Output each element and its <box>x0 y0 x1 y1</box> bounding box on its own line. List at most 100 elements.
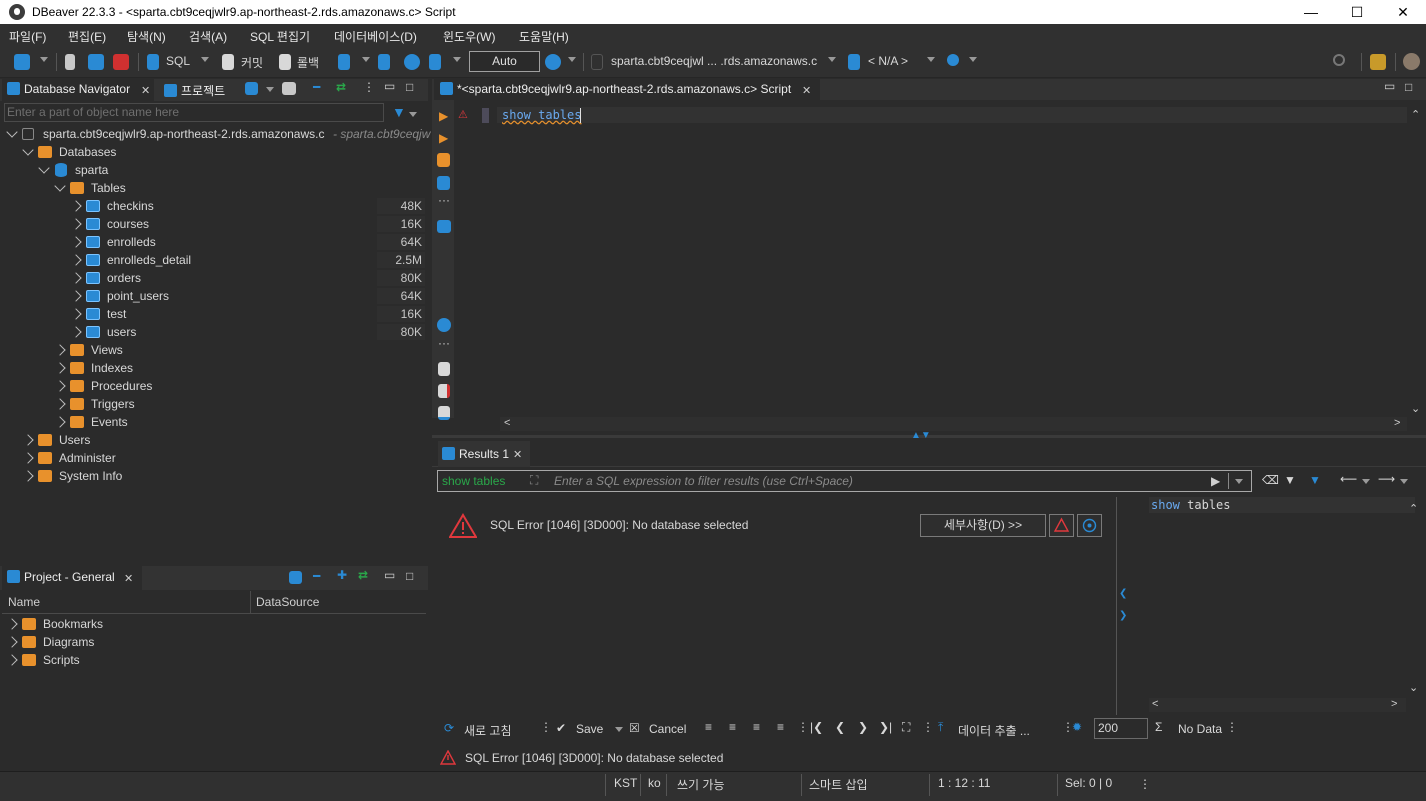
menu-window[interactable]: 윈도우(W) <box>443 28 495 45</box>
collapse-all-icon[interactable]: ━ <box>313 80 320 94</box>
filter-settings-icon[interactable]: ▼ <box>1284 473 1296 487</box>
apply-filter-icon[interactable]: ▶ <box>1211 474 1220 488</box>
first-page-icon[interactable]: |❮ <box>810 720 823 734</box>
new-connection-small-icon[interactable] <box>245 82 258 95</box>
menu-navigate[interactable]: 탐색(N) <box>127 28 166 45</box>
fetch-all-icon[interactable]: ⛶ <box>902 720 910 735</box>
search-dropdown-icon[interactable] <box>969 57 977 62</box>
scroll-left-arrow-icon[interactable]: < <box>504 417 510 429</box>
export-data-button[interactable]: 데이터 추출 ... <box>958 722 1030 739</box>
tab-database-navigator[interactable]: Database Navigator <box>2 79 154 101</box>
more-actions-icon[interactable]: ··· <box>438 193 450 207</box>
scroll-up-arrow-icon[interactable]: ⌃ <box>1409 502 1418 515</box>
menu-search[interactable]: 검색(A) <box>189 28 227 45</box>
add-row-icon[interactable]: ≡ <box>729 720 736 734</box>
filter-history-dropdown-icon[interactable] <box>1235 479 1243 484</box>
explain-plan-icon[interactable] <box>437 176 450 190</box>
refresh-options-icon[interactable]: ⋮ <box>540 720 552 734</box>
connect-icon[interactable] <box>65 54 75 70</box>
datasource-dropdown-icon[interactable] <box>828 57 836 62</box>
configure-icon[interactable] <box>289 571 302 584</box>
view-menu-icon[interactable]: ⋮ <box>363 80 375 94</box>
column-header-name[interactable]: Name <box>8 595 40 609</box>
dashboard-icon[interactable] <box>404 54 420 70</box>
record-count-icon[interactable]: Σ <box>1155 720 1162 734</box>
transaction-dropdown-icon[interactable] <box>362 57 370 62</box>
menu-edit[interactable]: 편집(E) <box>68 28 106 45</box>
scroll-right-arrow-icon[interactable]: > <box>1394 417 1400 429</box>
error-log-button[interactable] <box>1049 514 1074 537</box>
maximize-button[interactable]: ☐ <box>1334 0 1380 24</box>
results-filter-input[interactable]: Enter a SQL expression to filter results… <box>554 474 853 488</box>
filter-dropdown-icon[interactable] <box>409 112 417 117</box>
active-filter-icon[interactable]: ▼ <box>1309 473 1321 487</box>
active-datasource-selector[interactable]: sparta.cbt9ceqjwl ... .rds.amazonaws.c <box>611 54 817 68</box>
execute-in-new-tab-icon[interactable]: ▶ <box>439 131 448 145</box>
history-back-dropdown-icon[interactable] <box>1362 479 1370 484</box>
last-page-icon[interactable]: ❯| <box>879 720 892 734</box>
commit-button[interactable]: 커밋 <box>241 54 263 71</box>
results-side-divider[interactable] <box>1116 497 1117 715</box>
transaction-log-dropdown-icon[interactable] <box>453 57 461 62</box>
transaction-log-icon[interactable] <box>429 54 441 70</box>
minimize-panel-icon[interactable]: ▭ <box>384 568 395 582</box>
commit-icon[interactable] <box>222 54 234 70</box>
new-connection-icon[interactable] <box>14 54 30 70</box>
editor-horizontal-scrollbar[interactable] <box>500 417 1407 431</box>
new-connection-dropdown-icon[interactable] <box>40 57 48 62</box>
minimize-editor-icon[interactable]: ▭ <box>1384 79 1395 93</box>
filter-query-chip[interactable]: show tables <box>442 474 505 488</box>
rollback-icon[interactable] <box>279 54 291 70</box>
transaction-mode-icon[interactable] <box>338 54 350 70</box>
maximize-panel-icon[interactable]: □ <box>406 569 413 583</box>
menu-database[interactable]: 데이터베이스(D) <box>334 28 417 45</box>
next-page-icon[interactable]: ❯ <box>858 720 868 734</box>
sql-editor-icon[interactable] <box>147 54 159 70</box>
menu-sql-editor[interactable]: SQL 편집기 <box>250 28 310 45</box>
sql-editor[interactable] <box>432 100 1426 432</box>
close-window-button[interactable]: ✕ <box>1380 0 1426 24</box>
open-perspective-icon[interactable] <box>1370 54 1386 70</box>
more-actions-icon[interactable]: ··· <box>438 336 450 350</box>
column-divider[interactable] <box>250 591 251 614</box>
history-back-icon[interactable]: ⟵ <box>1340 472 1357 486</box>
transaction-mode-box[interactable]: Auto <box>469 51 540 72</box>
minimize-button[interactable]: — <box>1288 0 1334 24</box>
save-button[interactable]: Save <box>576 722 603 736</box>
terminal-icon[interactable] <box>437 220 451 233</box>
scroll-right-arrow-icon[interactable]: > <box>1391 698 1397 710</box>
navigation-options-icon[interactable]: ⋮ <box>922 720 934 734</box>
search-tool-icon[interactable] <box>947 54 959 66</box>
close-project-tab-icon[interactable]: ✕ <box>124 572 133 585</box>
expand-all-icon[interactable]: ✚ <box>337 568 347 582</box>
menu-file[interactable]: 파일(F) <box>9 28 46 45</box>
export-icon[interactable]: ⤒ <box>938 720 943 735</box>
scroll-left-arrow-icon[interactable]: < <box>1152 698 1158 710</box>
execute-script-icon[interactable] <box>437 153 450 167</box>
fetch-settings-icon[interactable]: ✹ <box>1072 720 1082 734</box>
dbeaver-perspective-icon[interactable] <box>1403 53 1420 70</box>
collapse-all-icon[interactable]: ━ <box>313 569 320 583</box>
refresh-icon[interactable]: ⟳ <box>444 721 454 735</box>
row-options-icon[interactable]: ⋮ <box>797 720 809 734</box>
error-details-button[interactable]: 세부사항(D) >> <box>920 514 1046 537</box>
history-dropdown-icon[interactable] <box>568 57 576 62</box>
save-icon[interactable]: ✔ <box>556 721 566 735</box>
scroll-down-arrow-icon[interactable]: ⌄ <box>1409 681 1418 694</box>
delete-row-icon[interactable]: ≡ <box>777 720 784 734</box>
execute-statement-icon[interactable]: ▶ <box>439 109 448 123</box>
lock-icon[interactable] <box>378 54 390 70</box>
new-folder-icon[interactable] <box>282 82 296 95</box>
disconnect-icon[interactable] <box>113 54 129 70</box>
close-navigator-tab-icon[interactable]: ✕ <box>141 84 150 97</box>
schema-dropdown-icon[interactable] <box>927 57 935 62</box>
previous-page-icon[interactable]: ❮ <box>835 720 845 734</box>
script-variables-icon[interactable] <box>438 406 450 420</box>
edit-row-icon[interactable]: ≡ <box>705 720 712 734</box>
minimize-panel-icon[interactable]: ▭ <box>384 79 395 93</box>
close-editor-tab-icon[interactable]: ✕ <box>802 84 811 97</box>
settings-gear-icon[interactable] <box>437 318 451 332</box>
error-marker-icon[interactable]: ⚠ <box>458 108 468 121</box>
close-results-tab-icon[interactable]: ✕ <box>513 448 522 461</box>
sql-button[interactable]: SQL <box>166 54 190 68</box>
